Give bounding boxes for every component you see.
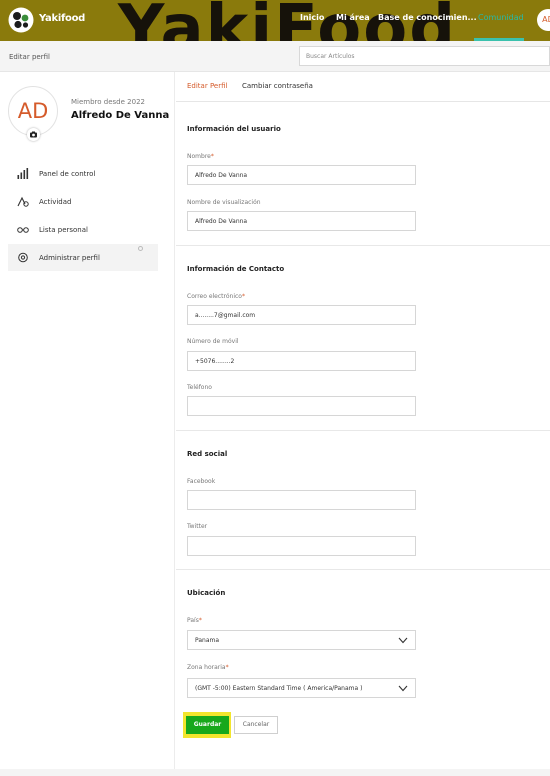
facebook-label: Facebook xyxy=(187,478,216,485)
mobile-field[interactable]: +5076........2 xyxy=(187,351,416,371)
search-input[interactable]: Buscar Artículos xyxy=(299,46,550,66)
page-subheader: Editar perfil Buscar Artículos xyxy=(0,41,550,72)
section-contact-title: Información de Contacto xyxy=(187,265,285,273)
mobile-value: +5076........2 xyxy=(195,358,235,365)
name-value: Alfredo De Vanna xyxy=(195,172,248,179)
camera-icon[interactable] xyxy=(27,128,40,141)
status-dot xyxy=(138,246,143,251)
sidebar-item-administrar-perfil[interactable]: Administrar perfil xyxy=(8,244,158,271)
display-name-label: Nombre de visualización xyxy=(187,199,261,206)
nav-knowledge-base[interactable]: Base de conocimien... xyxy=(378,13,477,22)
top-navbar: YakiFood Yakifood Inicio Mi área Base de… xyxy=(0,0,550,41)
footer-strip xyxy=(0,769,550,776)
section-social-title: Red social xyxy=(187,450,228,458)
section-user-info-title: Información del usuario xyxy=(187,125,281,133)
sidebar-item-panel-de-control[interactable]: Panel de control xyxy=(8,160,158,187)
tab-editar-perfil[interactable]: Editar Perfil xyxy=(187,82,227,90)
sidebar-item-lista-personal[interactable]: Lista personal xyxy=(8,216,158,243)
section-divider xyxy=(176,430,550,431)
timezone-label: Zona horaria* xyxy=(187,664,229,671)
brand-name[interactable]: Yakifood xyxy=(39,13,85,24)
sidebar-item-actividad[interactable]: Actividad xyxy=(8,188,158,215)
section-location-title: Ubicación xyxy=(187,589,226,597)
email-label: Correo electrónico* xyxy=(187,293,245,300)
display-name-field[interactable]: Alfredo De Vanna xyxy=(187,211,416,231)
facebook-field[interactable] xyxy=(187,490,416,510)
cancel-button[interactable]: Cancelar xyxy=(234,716,278,734)
chevron-down-icon xyxy=(398,637,408,644)
yakifood-logo-icon[interactable] xyxy=(8,7,34,33)
country-select[interactable]: Panama xyxy=(187,630,416,650)
country-value: Panama xyxy=(195,637,220,644)
section-divider xyxy=(176,245,550,246)
profile-name: Alfredo De Vanna xyxy=(71,110,170,121)
member-since: Miembro desde 2022 xyxy=(71,98,145,106)
user-avatar[interactable]: AD xyxy=(537,9,550,31)
sidebar-item-label: Panel de control xyxy=(39,170,96,178)
tab-cambiar-contrasena[interactable]: Cambiar contraseña xyxy=(242,82,313,90)
sidebar-item-label: Administrar perfil xyxy=(39,254,100,262)
country-label: País* xyxy=(187,617,202,624)
section-divider xyxy=(176,569,550,570)
twitter-field[interactable] xyxy=(187,536,416,556)
search-placeholder: Buscar Artículos xyxy=(306,53,355,60)
sidebar-item-label: Lista personal xyxy=(39,226,88,234)
nav-mi-area[interactable]: Mi área xyxy=(336,13,370,22)
glasses-icon xyxy=(17,227,29,233)
mobile-label: Número de móvil xyxy=(187,338,239,345)
timezone-value: (GMT -5:00) Eastern Standard Time ( Amer… xyxy=(195,685,363,692)
gear-icon xyxy=(18,252,28,263)
name-field[interactable]: Alfredo De Vanna xyxy=(187,165,416,185)
chevron-down-icon xyxy=(398,685,408,692)
bar-chart-icon xyxy=(17,168,29,179)
page-title: Editar perfil xyxy=(9,53,50,61)
display-name-value: Alfredo De Vanna xyxy=(195,218,248,225)
tab-divider xyxy=(176,101,550,102)
phone-label: Teléfono xyxy=(187,384,212,391)
phone-field[interactable] xyxy=(187,396,416,416)
sidebar-item-label: Actividad xyxy=(39,198,72,206)
nav-inicio[interactable]: Inicio xyxy=(300,13,324,22)
activity-icon xyxy=(17,196,29,207)
email-value: a........7@gmail.com xyxy=(195,312,256,319)
name-label: Nombre* xyxy=(187,153,214,160)
save-button[interactable]: Guardar xyxy=(186,716,229,734)
timezone-select[interactable]: (GMT -5:00) Eastern Standard Time ( Amer… xyxy=(187,678,416,698)
profile-sidebar: AD Miembro desde 2022 Alfredo De Vanna P… xyxy=(0,72,175,776)
email-field[interactable]: a........7@gmail.com xyxy=(187,305,416,325)
twitter-label: Twitter xyxy=(187,523,208,530)
nav-comunidad[interactable]: Comunidad xyxy=(478,13,524,22)
